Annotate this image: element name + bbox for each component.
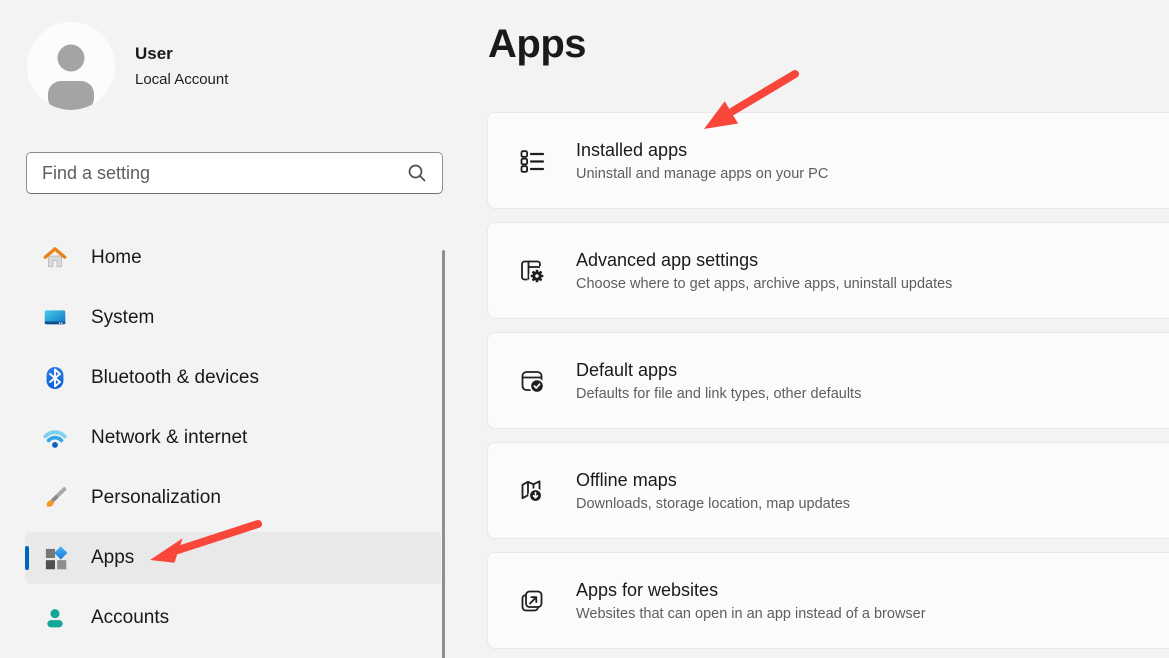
sidebar-item-system[interactable]: System: [25, 292, 441, 344]
advanced-app-settings-icon: [518, 257, 546, 285]
sidebar-item-network[interactable]: Network & internet: [25, 412, 441, 464]
card-default-apps[interactable]: Default apps Defaults for file and link …: [487, 332, 1169, 429]
person-silhouette-icon: [27, 22, 115, 110]
search-box: [26, 152, 443, 194]
selection-indicator: [25, 546, 29, 570]
offline-maps-icon: [518, 477, 546, 505]
card-offline-maps[interactable]: Offline maps Downloads, storage location…: [487, 442, 1169, 539]
card-title: Advanced app settings: [576, 250, 952, 271]
search-input[interactable]: [27, 163, 405, 184]
accounts-icon: [42, 605, 68, 631]
card-title: Apps for websites: [576, 580, 926, 601]
card-subtitle: Downloads, storage location, map updates: [576, 496, 850, 512]
user-subtitle: Local Account: [135, 71, 228, 88]
search-icon: [405, 161, 429, 185]
card-subtitle: Websites that can open in an app instead…: [576, 606, 926, 622]
card-subtitle: Defaults for file and link types, other …: [576, 386, 861, 402]
sidebar-item-label: Personalization: [91, 487, 221, 509]
card-text: Advanced app settings Choose where to ge…: [576, 250, 952, 292]
personalization-icon: [42, 485, 68, 511]
sidebar-item-label: Bluetooth & devices: [91, 367, 259, 389]
avatar: [27, 22, 115, 110]
sidebar-item-apps[interactable]: Apps: [25, 532, 441, 584]
sidebar-item-label: Home: [91, 247, 142, 269]
apps-icon: [42, 545, 68, 571]
card-title: Offline maps: [576, 470, 850, 491]
card-text: Offline maps Downloads, storage location…: [576, 470, 850, 512]
sidebar-scrollbar[interactable]: [442, 250, 445, 658]
card-title: Installed apps: [576, 140, 828, 161]
sidebar-item-home[interactable]: Home: [25, 232, 441, 284]
account-header[interactable]: User Local Account: [27, 22, 228, 110]
card-text: Installed apps Uninstall and manage apps…: [576, 140, 828, 182]
system-icon: [42, 305, 68, 331]
card-subtitle: Uninstall and manage apps on your PC: [576, 166, 828, 182]
user-name: User: [135, 44, 228, 64]
card-apps-for-websites[interactable]: Apps for websites Websites that can open…: [487, 552, 1169, 649]
sidebar-item-label: Network & internet: [91, 427, 247, 449]
apps-for-websites-icon: [518, 587, 546, 615]
installed-apps-icon: [518, 147, 546, 175]
card-text: Apps for websites Websites that can open…: [576, 580, 926, 622]
page-title: Apps: [488, 22, 586, 67]
sidebar-item-label: Apps: [91, 547, 134, 569]
home-icon: [42, 245, 68, 271]
card-subtitle: Choose where to get apps, archive apps, …: [576, 276, 952, 292]
sidebar-item-label: System: [91, 307, 154, 329]
account-text: User Local Account: [135, 44, 228, 88]
card-installed-apps[interactable]: Installed apps Uninstall and manage apps…: [487, 112, 1169, 209]
bluetooth-icon: [42, 365, 68, 391]
sidebar-item-accounts[interactable]: Accounts: [25, 592, 441, 644]
card-title: Default apps: [576, 360, 861, 381]
sidebar-item-personalization[interactable]: Personalization: [25, 472, 441, 524]
sidebar-item-bluetooth[interactable]: Bluetooth & devices: [25, 352, 441, 404]
card-advanced-app-settings[interactable]: Advanced app settings Choose where to ge…: [487, 222, 1169, 319]
sidebar-item-label: Accounts: [91, 607, 169, 629]
card-text: Default apps Defaults for file and link …: [576, 360, 861, 402]
network-icon: [42, 425, 68, 451]
default-apps-icon: [518, 367, 546, 395]
